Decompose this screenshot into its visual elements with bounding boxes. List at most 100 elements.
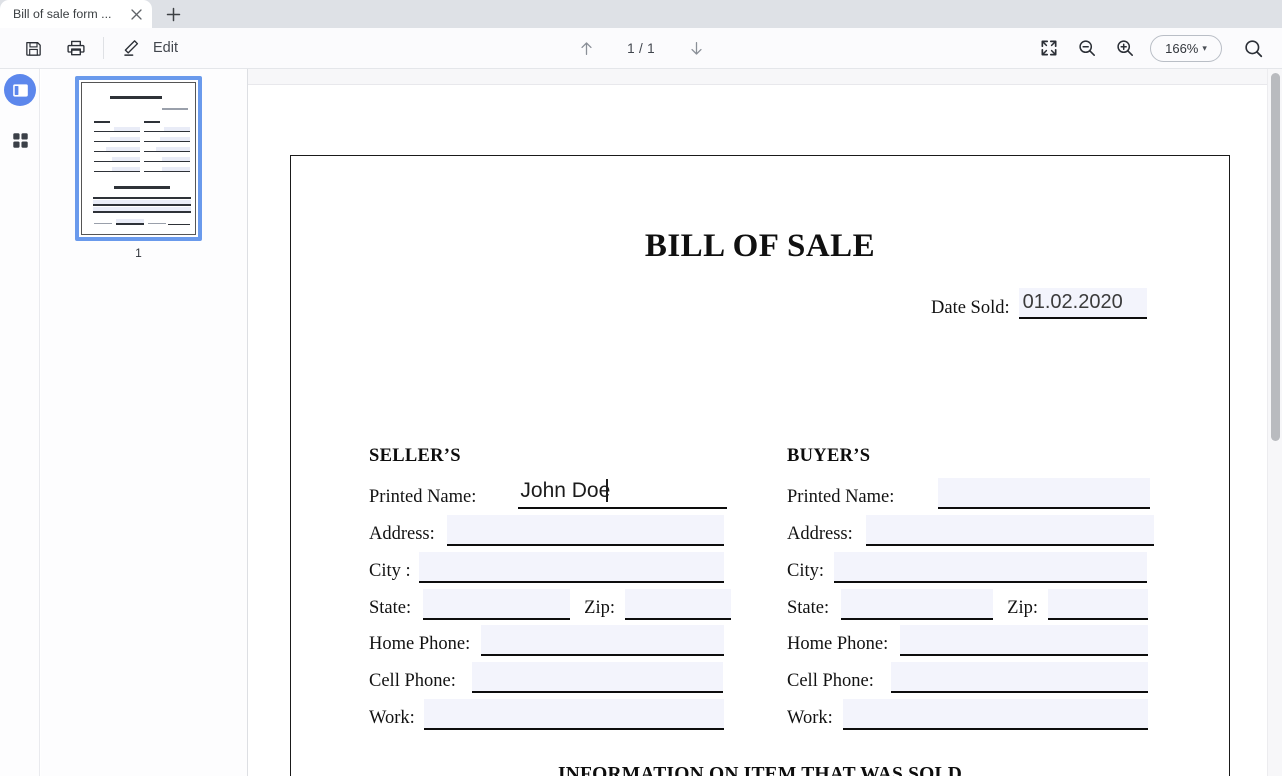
buyer-zip-label: Zip: (1007, 598, 1038, 618)
sidebar-item-thumbnails[interactable] (4, 74, 36, 106)
buyer-zip-field[interactable] (1047, 589, 1148, 620)
seller-work-row: Work: (369, 699, 724, 730)
buyer-printed-name-label: Printed Name: (787, 487, 895, 507)
buyer-address-label: Address: (787, 524, 853, 544)
seller-city-row: City : (369, 552, 724, 583)
scrollbar-thumb[interactable] (1271, 73, 1280, 441)
date-sold-field[interactable]: 01.02.2020 (1018, 288, 1147, 319)
seller-state-label: State: (369, 598, 412, 618)
seller-work-field[interactable] (423, 699, 724, 730)
print-button[interactable] (59, 31, 93, 65)
buyer-home-phone-field[interactable] (900, 625, 1149, 656)
thumbnail-item[interactable]: 1 (75, 76, 202, 260)
buyer-work-field[interactable] (842, 699, 1148, 730)
toolbar-separator (103, 37, 104, 59)
zoom-in-button[interactable] (1108, 31, 1142, 65)
zoom-out-icon (1077, 38, 1097, 58)
tab-title: Bill of sale form ... (13, 7, 112, 21)
edit-button[interactable] (114, 31, 148, 65)
print-icon (66, 38, 86, 58)
text-cursor (606, 479, 608, 502)
document-border-frame: BILL OF SALE Date Sold: 01.02.2020 SELLE… (290, 155, 1230, 776)
seller-cell-phone-field[interactable] (471, 662, 723, 693)
seller-address-label: Address: (369, 524, 435, 544)
edit-label[interactable]: Edit (153, 40, 178, 56)
buyer-printed-name-field[interactable] (938, 478, 1151, 509)
seller-home-phone-row: Home Phone: (369, 625, 725, 656)
arrow-up-icon (577, 39, 596, 58)
sidebar-item-grid-view[interactable] (4, 124, 36, 156)
previous-page-button[interactable] (569, 31, 603, 65)
buyer-printed-name-row: Printed Name: (787, 478, 1151, 509)
buyer-state-row: State: Zip: (787, 589, 1148, 620)
buyer-home-phone-label: Home Phone: (787, 634, 889, 654)
buyer-cell-phone-field[interactable] (890, 662, 1148, 693)
thumbnail-panel: 1 (41, 69, 248, 776)
seller-heading: SELLER’S (369, 446, 461, 466)
item-section-heading: INFORMATION ON ITEM THAT WAS SOLD (557, 764, 963, 776)
zoom-out-button[interactable] (1070, 31, 1104, 65)
seller-zip-field[interactable] (624, 589, 731, 620)
seller-printed-name-field[interactable]: John Doe (518, 478, 728, 509)
seller-address-field[interactable] (446, 515, 724, 546)
seller-cell-phone-row: Cell Phone: (369, 662, 723, 693)
zoom-level-select[interactable]: 166% ▾ (1150, 34, 1222, 62)
save-button[interactable] (16, 31, 50, 65)
seller-home-phone-label: Home Phone: (369, 634, 471, 654)
document-viewer[interactable]: BILL OF SALE Date Sold: 01.02.2020 SELLE… (248, 69, 1282, 776)
buyer-home-phone-row: Home Phone: (787, 625, 1149, 656)
seller-cell-phone-label: Cell Phone: (369, 671, 456, 691)
browser-tab-strip: Bill of sale form ... (0, 0, 1282, 28)
zoom-in-icon (1115, 38, 1135, 58)
seller-work-label: Work: (369, 708, 415, 728)
date-sold-label: Date Sold: (931, 298, 1010, 318)
save-icon (24, 39, 43, 58)
page-title: BILL OF SALE (644, 228, 876, 264)
thumbnail-page-preview (81, 82, 196, 235)
seller-address-row: Address: (369, 515, 724, 546)
seller-state-row: State: Zip: (369, 589, 731, 620)
buyer-state-label: State: (787, 598, 830, 618)
seller-printed-name-label: Printed Name: (369, 487, 477, 507)
left-rail (0, 69, 40, 776)
seller-home-phone-field[interactable] (481, 625, 725, 656)
buyer-city-field[interactable] (834, 552, 1148, 583)
chevron-down-icon: ▾ (1202, 43, 1207, 53)
zoom-level-value: 166% (1165, 40, 1199, 56)
grid-view-icon (11, 131, 30, 150)
buyer-work-row: Work: (787, 699, 1148, 730)
buyer-cell-phone-row: Cell Phone: (787, 662, 1148, 693)
vertical-scrollbar[interactable] (1267, 69, 1282, 776)
buyer-cell-phone-label: Cell Phone: (787, 671, 874, 691)
buyer-city-row: City: (787, 552, 1148, 583)
fit-to-screen-button[interactable] (1032, 31, 1066, 65)
date-sold-value: 01.02.2020 (1022, 291, 1123, 313)
fit-screen-icon (1040, 39, 1058, 57)
next-page-button[interactable] (679, 31, 713, 65)
thumbnail-selection-frame (75, 76, 202, 241)
seller-printed-name-value: John Doe (520, 479, 611, 502)
pdf-toolbar: Edit 1 / 1 166% ▾ (0, 28, 1282, 69)
browser-tab[interactable]: Bill of sale form ... (0, 0, 152, 28)
sidebar-panel-icon (11, 81, 30, 100)
close-icon[interactable] (128, 6, 144, 22)
thumbnail-page-number: 1 (135, 246, 142, 260)
buyer-heading: BUYER’S (787, 446, 871, 466)
seller-zip-label: Zip: (584, 598, 615, 618)
search-icon (1243, 38, 1264, 59)
seller-state-field[interactable] (423, 589, 571, 620)
new-tab-button[interactable] (158, 1, 188, 27)
seller-city-field[interactable] (418, 552, 724, 583)
seller-city-label: City : (369, 561, 411, 581)
seller-printed-name-row: Printed Name: John Doe (369, 478, 728, 509)
search-button[interactable] (1236, 31, 1270, 65)
buyer-work-label: Work: (787, 708, 833, 728)
pencil-icon (121, 38, 141, 58)
buyer-city-label: City: (787, 561, 825, 581)
page-indicator[interactable]: 1 / 1 (615, 41, 667, 56)
date-sold-row: Date Sold: 01.02.2020 (931, 288, 1147, 319)
buyer-state-field[interactable] (841, 589, 994, 620)
pdf-page: BILL OF SALE Date Sold: 01.02.2020 SELLE… (248, 85, 1268, 776)
buyer-address-field[interactable] (865, 515, 1154, 546)
arrow-down-icon (687, 39, 706, 58)
